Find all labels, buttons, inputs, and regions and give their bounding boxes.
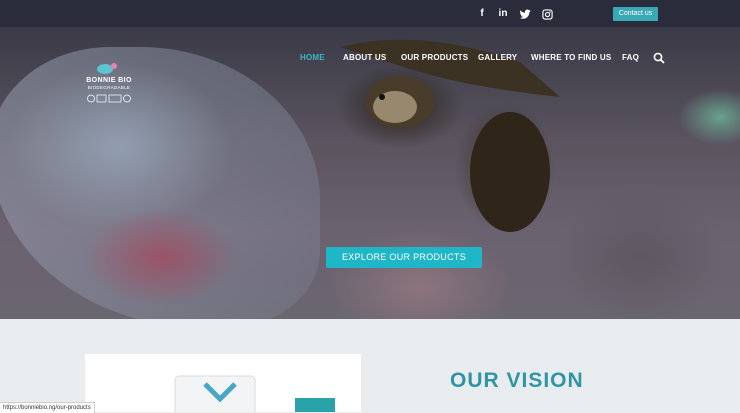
nav-home[interactable]: HOME (300, 53, 325, 63)
certification-badges-icon (87, 94, 131, 103)
logo-subtitle: BIODEGRADABLE (87, 85, 131, 90)
contact-us-button[interactable]: Contact us (613, 7, 658, 21)
nav-our-products[interactable]: OUR PRODUCTS (401, 53, 468, 63)
brand-logo[interactable]: BONNIE BIO BIODEGRADABLE (84, 61, 134, 107)
explore-products-button[interactable]: EXPLORE OUR PRODUCTS (326, 247, 482, 268)
nav-about-us[interactable]: ABOUT US (343, 53, 386, 63)
search-icon[interactable] (653, 52, 665, 64)
nav-faq[interactable]: FAQ (622, 53, 639, 63)
linkedin-icon[interactable]: in (496, 7, 510, 21)
vision-title: OUR VISION (450, 369, 584, 392)
instagram-icon[interactable] (540, 7, 554, 21)
facebook-icon[interactable]: f (475, 7, 489, 21)
status-bar-url: https://bonniebio.ng/our-products (0, 402, 95, 413)
product-image (174, 375, 335, 412)
logo-title: BONNIE BIO (86, 77, 132, 84)
nav-gallery[interactable]: GALLERY (478, 53, 517, 63)
product-image-card (85, 354, 361, 412)
top-bar: f in Contact us (0, 0, 740, 27)
twitter-icon[interactable] (518, 7, 532, 21)
hero-banner: BONNIE BIO BIODEGRADABLE EXPLORE OUR PRO… (0, 27, 740, 319)
nav-where-to-find-us[interactable]: WHERE TO FIND US (531, 53, 611, 63)
logo-turtle-icon (97, 63, 117, 74)
